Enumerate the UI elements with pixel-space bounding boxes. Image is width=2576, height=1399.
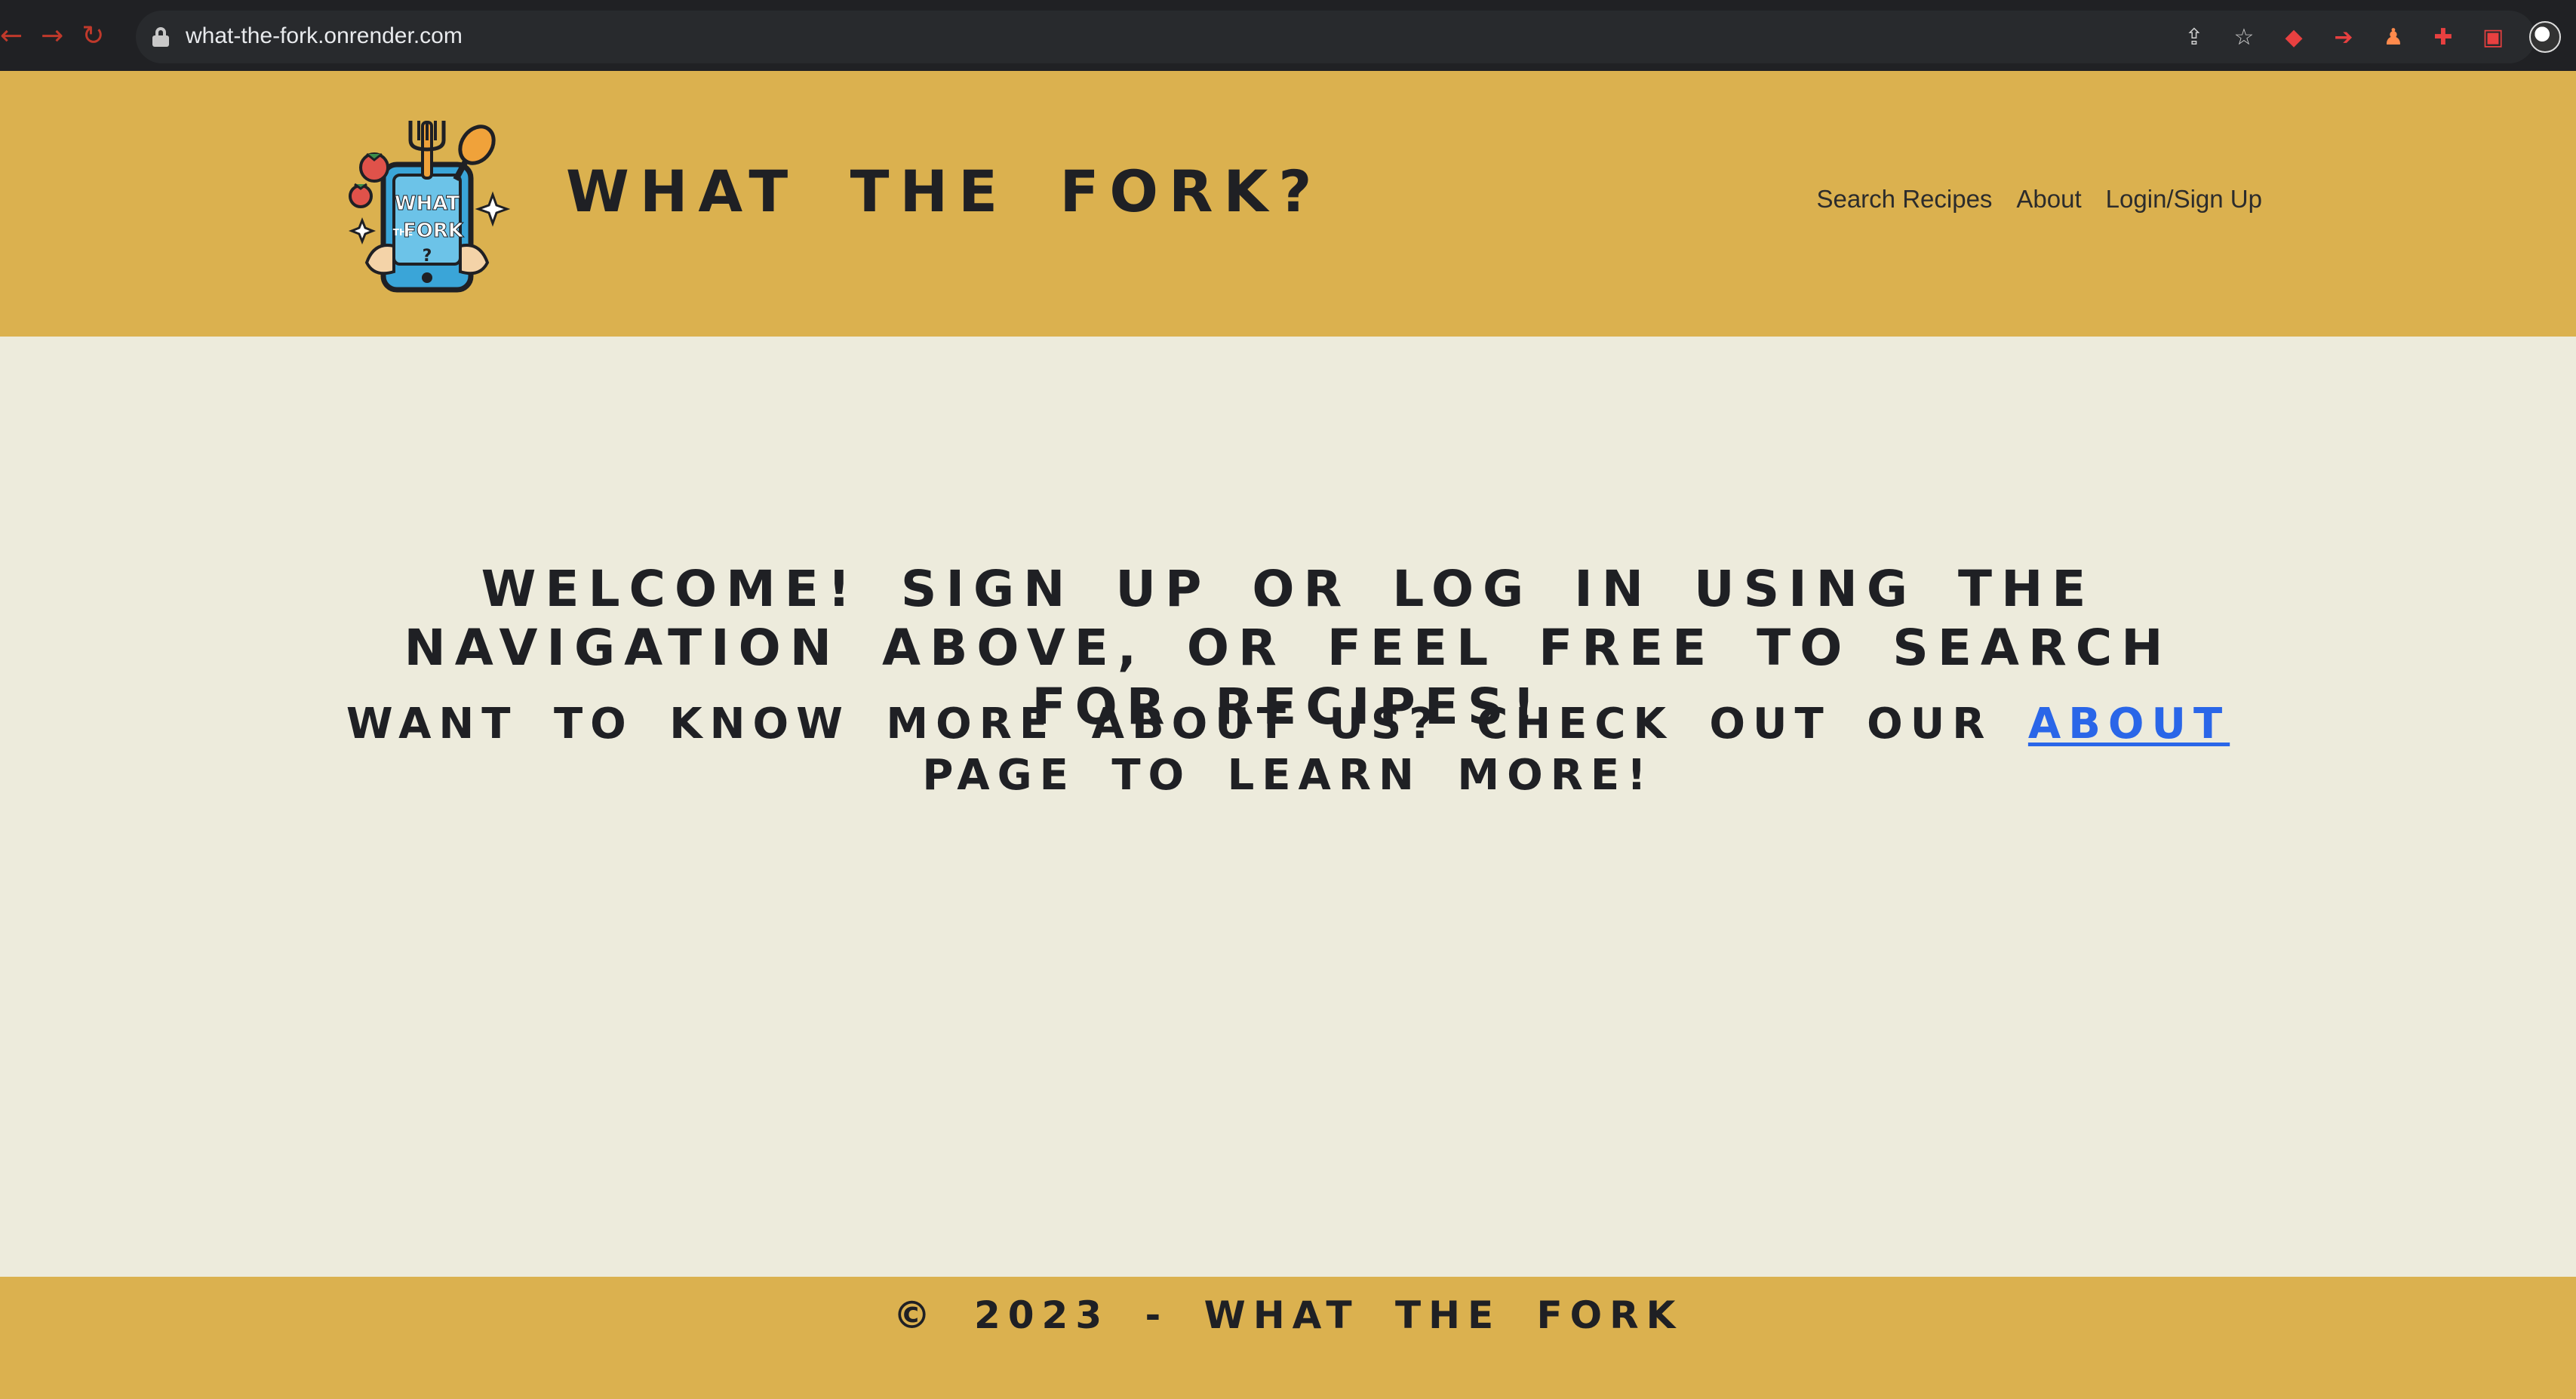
- extension-2-icon[interactable]: ➔: [2330, 23, 2357, 51]
- browser-extensions: ⇪ ☆ ◆ ➔ ♟ ✚ ▣: [2181, 21, 2561, 53]
- about-prompt-text-after: PAGE TO LEARN MORE!: [922, 751, 1654, 800]
- reload-icon[interactable]: ↻: [81, 20, 104, 53]
- bookmark-star-icon[interactable]: ☆: [2230, 23, 2258, 51]
- browser-toolbar: ← → ↻ what-the-fork.onrender.com ⇪ ☆ ◆ ➔…: [0, 0, 2576, 71]
- puzzle-icon[interactable]: ✚: [2430, 23, 2457, 51]
- share-icon[interactable]: ⇪: [2181, 23, 2208, 51]
- site-header: WHAT THE FORK ? WHAT THE FORK? Search Re…: [0, 71, 2576, 337]
- back-icon[interactable]: ←: [0, 20, 23, 53]
- address-bar[interactable]: [136, 11, 2535, 63]
- url-text[interactable]: what-the-fork.onrender.com: [186, 21, 463, 51]
- browser-nav-buttons: ← → ↻: [0, 20, 105, 53]
- sidebar-icon[interactable]: ▣: [2479, 23, 2507, 51]
- logo-text-fork: FORK: [403, 220, 464, 242]
- profile-avatar[interactable]: [2529, 21, 2561, 53]
- nav-about[interactable]: About: [2016, 184, 2081, 214]
- forward-icon[interactable]: →: [41, 20, 63, 53]
- main-content: WELCOME! SIGN UP OR LOG IN USING THE NAV…: [0, 337, 2576, 1277]
- logo-text-question: ?: [423, 247, 432, 266]
- logo-text-what: WHAT: [395, 192, 460, 215]
- site-footer: © 2023 - WHAT THE FORK: [0, 1277, 2576, 1399]
- extension-3-icon[interactable]: ♟: [2380, 23, 2407, 51]
- about-link[interactable]: ABOUT: [2028, 700, 2230, 749]
- nav-login-signup[interactable]: Login/Sign Up: [2106, 184, 2262, 214]
- copyright-text: © 2023 - WHAT THE FORK: [893, 1293, 1683, 1337]
- about-prompt-text-before: WANT TO KNOW MORE ABOUT US? CHECK OUT OU…: [346, 700, 2028, 749]
- about-prompt: WANT TO KNOW MORE ABOUT US? CHECK OUT OU…: [317, 699, 2259, 801]
- main-nav: Search Recipes About Login/Sign Up: [1816, 184, 2262, 214]
- site-title[interactable]: WHAT THE FORK?: [566, 154, 1323, 229]
- extension-1-icon[interactable]: ◆: [2280, 23, 2307, 51]
- logo-icon[interactable]: WHAT THE FORK ?: [344, 115, 510, 296]
- nav-search-recipes[interactable]: Search Recipes: [1816, 184, 1992, 214]
- lock-icon: [152, 27, 169, 47]
